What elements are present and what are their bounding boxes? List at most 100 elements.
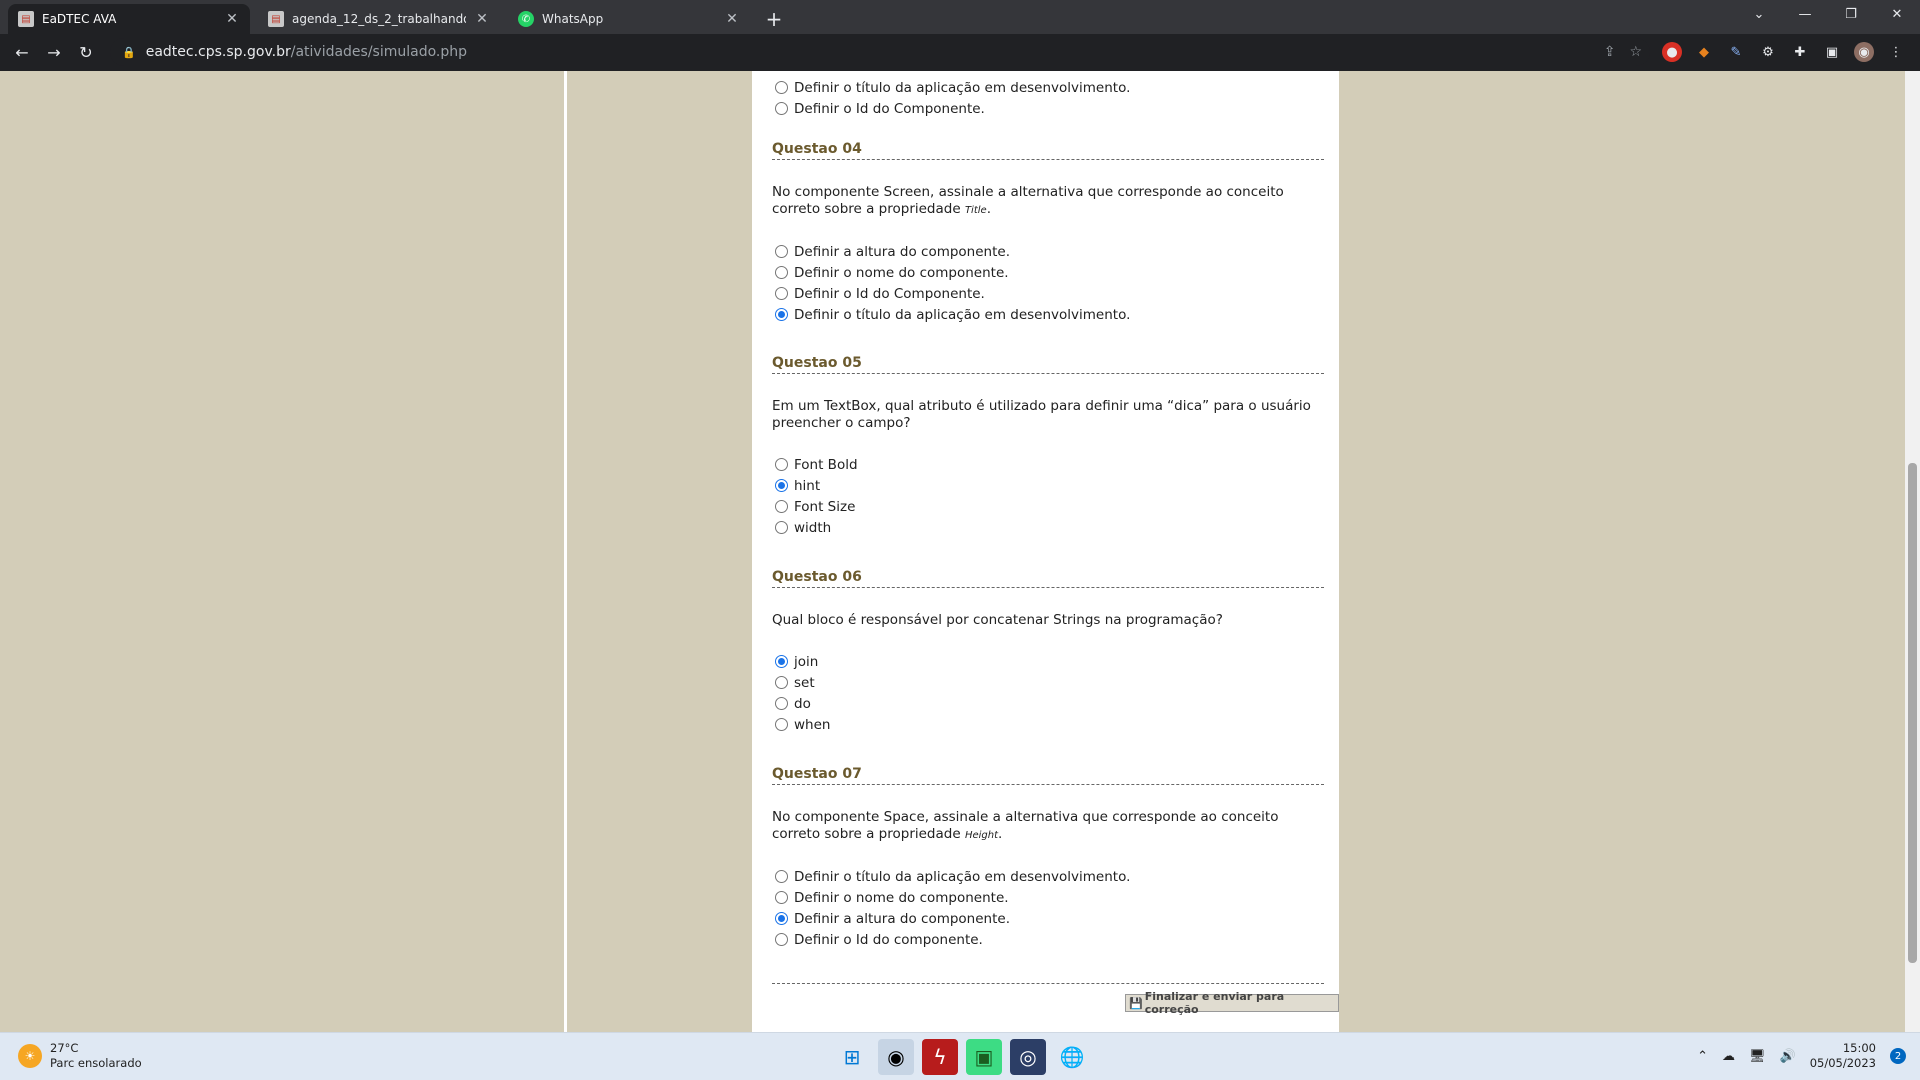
divider [564, 71, 567, 1032]
radio-button[interactable] [775, 458, 788, 471]
answer-option[interactable]: hint [772, 475, 1324, 496]
option-label: do [794, 695, 811, 712]
tab-search-icon[interactable]: ⌄ [1736, 0, 1782, 30]
radio-button-selected[interactable] [775, 912, 788, 925]
answer-option[interactable]: Font Bold [772, 454, 1324, 475]
bookmark-star-icon[interactable]: ☆ [1629, 44, 1642, 60]
temperature: 27°C [50, 1041, 79, 1055]
answer-option[interactable]: Definir a altura do componente. [772, 908, 1324, 929]
question-title: Questao 05 [772, 355, 1324, 374]
back-icon[interactable]: ← [6, 43, 38, 62]
menu-icon[interactable]: ⋮ [1886, 42, 1906, 62]
radio-button-selected[interactable] [775, 479, 788, 492]
answer-option[interactable]: set [772, 672, 1324, 693]
option-label: set [794, 674, 815, 691]
tab-eadtec[interactable]: ▤ EaDTEC AVA ✕ [8, 4, 250, 34]
question-text: Em um TextBox, qual atributo é utilizado… [772, 398, 1311, 431]
share-icon[interactable]: ⇪ [1604, 44, 1616, 60]
globe-icon[interactable]: 🌐 [1054, 1039, 1090, 1075]
answer-option[interactable]: Definir o nome do componente. [772, 887, 1324, 908]
page-icon: ▤ [268, 11, 284, 27]
radio-button[interactable] [775, 81, 788, 94]
submit-button[interactable]: 💾 Finalizar e enviar para correção [1125, 990, 1339, 1016]
avatar[interactable]: ◉ [1854, 42, 1874, 62]
close-window-icon[interactable]: ✕ [1874, 0, 1920, 30]
answer-option[interactable]: when [772, 714, 1324, 735]
question-04: Questao 04 No componente Screen, assinal… [772, 141, 1324, 325]
tab-agenda[interactable]: ▤ agenda_12_ds_2_trabalhando_co ✕ [258, 4, 500, 34]
option-label: Definir o título da aplicação em desenvo… [794, 306, 1131, 323]
radio-button[interactable] [775, 266, 788, 279]
reload-icon[interactable]: ↻ [70, 43, 102, 62]
radio-button[interactable] [775, 287, 788, 300]
clock[interactable]: 15:00 05/05/2023 [1810, 1041, 1876, 1071]
tab-label: agenda_12_ds_2_trabalhando_co [292, 12, 466, 26]
scrollbar[interactable] [1905, 71, 1920, 1032]
answer-option[interactable]: join [772, 651, 1324, 672]
new-tab-button[interactable]: + [760, 4, 788, 34]
answer-option[interactable]: do [772, 693, 1324, 714]
close-icon[interactable]: ✕ [724, 11, 740, 27]
answer-option[interactable]: Definir o título da aplicação em desenvo… [772, 866, 1324, 887]
answer-option[interactable]: Definir o nome do componente. [772, 262, 1324, 283]
forward-icon[interactable]: → [38, 43, 70, 62]
app-blue-icon[interactable]: ◎ [1010, 1039, 1046, 1075]
option-label: Font Size [794, 498, 856, 515]
tab-whatsapp[interactable]: ✆ WhatsApp ✕ [508, 4, 750, 34]
answer-option[interactable]: Definir o título da aplicação em desenvo… [772, 77, 1324, 98]
question-title: Questao 04 [772, 141, 1324, 160]
radio-button[interactable] [775, 521, 788, 534]
windows-start-icon[interactable]: ⊞ [834, 1039, 870, 1075]
chrome-icon[interactable]: ◉ [878, 1039, 914, 1075]
radio-button[interactable] [775, 870, 788, 883]
url-host: eadtec.cps.sp.gov.br [145, 44, 291, 60]
scrollbar-thumb[interactable] [1908, 463, 1917, 963]
radio-button-selected[interactable] [775, 655, 788, 668]
lock-icon[interactable]: 🔒 [122, 46, 136, 59]
close-icon[interactable]: ✕ [224, 11, 240, 27]
radio-button[interactable] [775, 676, 788, 689]
android-studio-icon[interactable]: ▣ [966, 1039, 1002, 1075]
submit-label: Finalizar e enviar para correção [1144, 990, 1285, 1016]
answer-option[interactable]: Definir a altura do componente. [772, 241, 1324, 262]
radio-button[interactable] [775, 891, 788, 904]
network-icon[interactable]: 🖥 [1749, 1049, 1766, 1064]
answer-option[interactable]: Definir o Id do Componente. [772, 98, 1324, 119]
puzzle-icon[interactable]: ✚ [1790, 42, 1810, 62]
volume-icon[interactable]: 🔊 [1780, 1049, 1796, 1064]
chevron-up-icon[interactable]: ⌃ [1697, 1049, 1708, 1064]
page-icon: ▤ [18, 11, 34, 27]
answer-option[interactable]: width [772, 517, 1324, 538]
extension-gear-icon[interactable]: ⚙ [1758, 42, 1778, 62]
cloud-icon[interactable]: ☁ [1722, 1049, 1735, 1064]
side-panel-icon[interactable]: ▣ [1822, 42, 1842, 62]
radio-button[interactable] [775, 933, 788, 946]
question-text: Qual bloco é responsável por concatenar … [772, 612, 1223, 628]
taskbar: ☀ 27°C Parc ensolarado ⊞ ◉ ϟ ▣ ◎ 🌐 ⌃ ☁ 🖥… [0, 1032, 1920, 1080]
browser-toolbar: ← → ↻ 🔒 eadtec.cps.sp.gov.br/atividades/… [0, 34, 1920, 71]
divider [772, 983, 1324, 984]
minimize-icon[interactable]: — [1782, 0, 1828, 30]
answer-option[interactable]: Definir o Id do componente. [772, 929, 1324, 950]
extension-pen-icon[interactable]: ✎ [1726, 42, 1746, 62]
radio-button[interactable] [775, 500, 788, 513]
radio-button[interactable] [775, 102, 788, 115]
option-label: Definir a altura do componente. [794, 243, 1010, 260]
radio-button-selected[interactable] [775, 308, 788, 321]
extension-red-icon[interactable]: ● [1662, 42, 1682, 62]
weather-widget[interactable]: ☀ 27°C Parc ensolarado [18, 1041, 142, 1071]
restore-icon[interactable]: ❐ [1828, 0, 1874, 30]
question-title: Questao 06 [772, 569, 1324, 588]
address-bar[interactable]: 🔒 eadtec.cps.sp.gov.br/atividades/simula… [110, 38, 1650, 66]
app-bolt-icon[interactable]: ϟ [922, 1039, 958, 1075]
radio-button[interactable] [775, 245, 788, 258]
extension-fox-icon[interactable]: ◆ [1694, 42, 1714, 62]
answer-option[interactable]: Definir o título da aplicação em desenvo… [772, 304, 1324, 325]
extensions-area: ● ◆ ✎ ⚙ ✚ ▣ ◉ ⋮ [1662, 38, 1906, 66]
radio-button[interactable] [775, 718, 788, 731]
close-icon[interactable]: ✕ [474, 11, 490, 27]
answer-option[interactable]: Definir o Id do Componente. [772, 283, 1324, 304]
answer-option[interactable]: Font Size [772, 496, 1324, 517]
notification-badge[interactable]: 2 [1890, 1048, 1906, 1064]
radio-button[interactable] [775, 697, 788, 710]
